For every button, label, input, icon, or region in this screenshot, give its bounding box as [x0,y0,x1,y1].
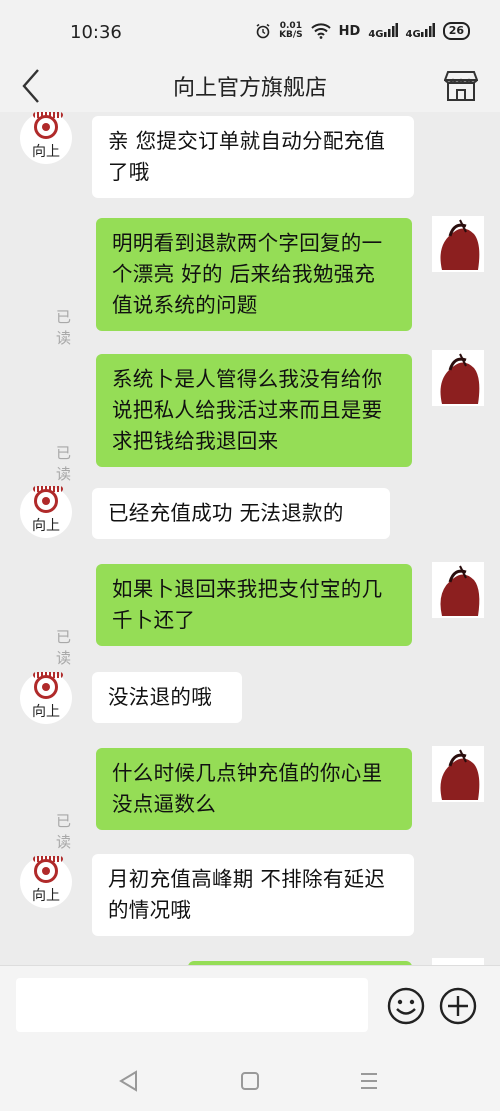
shop-avatar-label: 向上 [32,888,60,904]
signal-4g-1-label: 4G [368,28,384,40]
signal-icon [383,22,398,37]
message-bubble[interactable]: 如果卜退回来我把支付宝的几千卜还了 [96,564,412,646]
shop-logo-icon [33,672,63,699]
message-bubble[interactable]: 已经充值成功 无法退款的 [92,488,390,539]
emoji-icon[interactable] [386,986,426,1026]
status-time: 10:36 [70,22,122,43]
page-title: 向上官方旗舰店 [172,76,327,101]
read-status: 已读 [56,444,72,483]
shop-logo-icon [33,112,63,139]
menu-lines-icon[interactable] [356,1068,382,1094]
net-speed: 0.01 KB/S [279,22,303,40]
input-bar [0,965,500,1051]
message-bubble[interactable]: 什么时候几点钟充值的你心里没点逼数么 [96,748,412,830]
chat-area[interactable]: 向上 亲 您提交订单就自动分配充值了哦 明明看到退款两个字回复的一个漂亮 好的 … [0,112,500,965]
user-avatar[interactable] [432,562,484,618]
shop-avatar[interactable]: 向上 [20,486,72,538]
user-avatar[interactable] [432,350,484,406]
signal-4g-2: 4G [405,22,435,40]
home-square-icon[interactable] [237,1068,263,1094]
shop-avatar[interactable]: 向上 [20,112,72,164]
message-bubble[interactable]: 月初充值高峰期 不排除有延迟的情况哦 [92,854,414,936]
shop-logo-icon [33,486,63,513]
shop-logo-icon [33,856,63,883]
store-icon[interactable] [444,70,478,102]
battery-indicator: 26 [442,22,470,40]
shop-avatar-label: 向上 [32,704,60,720]
message-bubble[interactable]: 明明看到退款两个字回复的一个漂亮 好的 后来给我勉强充值说系统的问题 [96,218,412,331]
message-input[interactable] [16,978,368,1032]
message-bubble[interactable]: 系统卜是人管得么我没有给你说把私人给我活过来而且是要求把钱给我退回来 [96,354,412,467]
signal-4g-1: 4G [368,22,398,40]
wifi-icon [310,23,331,39]
message-bubble[interactable]: 没法退的哦 [92,672,242,723]
system-nav-bar [0,1050,500,1111]
user-avatar[interactable] [432,958,484,965]
shop-avatar-label: 向上 [32,518,60,534]
shop-avatar[interactable]: 向上 [20,856,72,908]
signal-icon [420,22,435,37]
title-bar: 向上官方旗舰店 [0,60,500,112]
shop-avatar[interactable]: 向上 [20,672,72,724]
read-status: 已读 [56,812,72,851]
read-status: 已读 [56,628,72,667]
message-bubble[interactable]: 亲 您提交订单就自动分配充值了哦 [92,116,414,198]
shop-avatar-label: 向上 [32,144,60,160]
user-avatar[interactable] [432,746,484,802]
signal-4g-2-label: 4G [405,28,421,40]
net-speed-unit: KB/S [279,30,303,40]
plus-icon[interactable] [438,986,478,1026]
read-status: 已读 [56,308,72,347]
status-icons: 0.01 KB/S HD 4G 4G 26 [255,22,470,40]
status-bar: 10:36 0.01 KB/S HD 4G 4G 26 [0,0,500,60]
user-avatar[interactable] [432,216,484,272]
hd-label: HD [338,23,361,39]
back-triangle-icon[interactable] [116,1068,142,1094]
alarm-icon [256,23,270,39]
